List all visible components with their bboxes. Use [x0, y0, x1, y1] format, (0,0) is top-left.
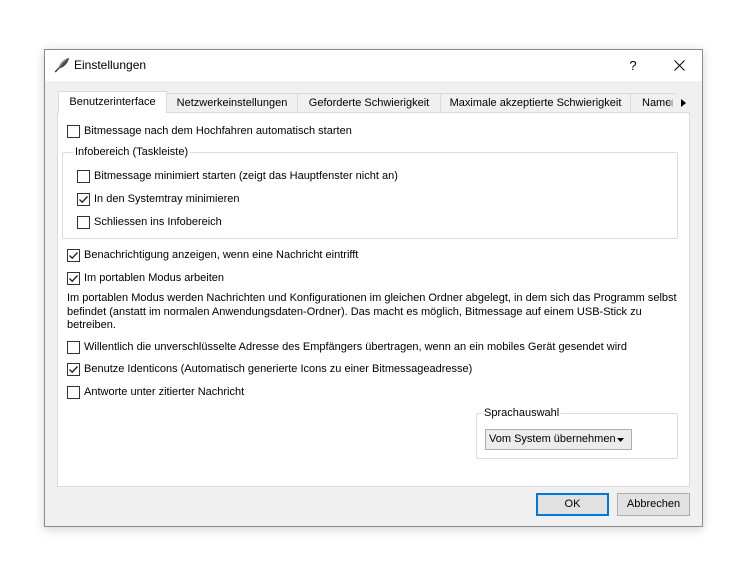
arrow-left-icon — [668, 98, 673, 107]
tab-scroll-left-button[interactable] — [664, 93, 677, 112]
tab-maximale-akzeptierte-schwierigkeit[interactable]: Maximale akzeptierte Schwierigkeit — [440, 93, 631, 112]
start-on-boot-checkbox[interactable] — [67, 124, 80, 138]
use-identicons-option[interactable]: Benutze Identicons (Automatisch generier… — [67, 361, 472, 377]
tab-geforderte-schwierigkeit[interactable]: Geforderte Schwierigkeit — [297, 93, 441, 112]
start-on-boot-label: Bitmessage nach dem Hochfahren automatis… — [84, 125, 352, 137]
start-on-boot-option[interactable]: Bitmessage nach dem Hochfahren automatis… — [67, 123, 352, 139]
tab-scroll-right-button[interactable] — [677, 93, 690, 112]
checkmark-icon — [69, 251, 78, 259]
portable-mode-description: Im portablen Modus werden Nachrichten un… — [67, 292, 677, 333]
close-button[interactable] — [656, 50, 702, 81]
close-to-tray-checkbox[interactable] — [77, 215, 90, 229]
show-notification-label: Benachrichtigung anzeigen, wenn eine Nac… — [84, 249, 359, 261]
tab-benutzerinterface[interactable]: Benutzerinterface — [58, 91, 167, 113]
arrow-right-icon — [681, 98, 686, 107]
tab-scroll-buttons — [664, 93, 690, 112]
window-title: Einstellungen — [74, 58, 147, 72]
checkmark-icon — [69, 274, 78, 282]
close-icon — [673, 60, 685, 71]
tray-group: Infobereich (Taskleiste) Bitmessage mini… — [62, 145, 678, 239]
send-unencrypted-option[interactable]: Willentlich die unverschlüsselte Adresse… — [67, 339, 627, 355]
chevron-down-icon — [617, 438, 624, 442]
minimize-to-tray-checkbox[interactable] — [77, 192, 90, 206]
send-unencrypted-label: Willentlich die unverschlüsselte Adresse… — [84, 341, 627, 353]
ok-button[interactable]: OK — [536, 493, 609, 516]
send-unencrypted-checkbox[interactable] — [67, 340, 80, 354]
minimize-to-tray-label: In den Systemtray minimieren — [94, 193, 240, 205]
cancel-button[interactable]: Abbrechen — [617, 493, 690, 516]
language-select-value: Vom System übernehmen — [489, 433, 616, 445]
reply-below-quote-option[interactable]: Antworte unter zitierter Nachricht — [67, 384, 244, 400]
help-label: ? — [629, 58, 637, 73]
portable-mode-label: Im portablen Modus arbeiten — [84, 272, 225, 284]
use-identicons-checkbox[interactable] — [67, 362, 80, 376]
portable-mode-checkbox[interactable] — [67, 271, 80, 285]
title-bar[interactable]: Einstellungen ? — [45, 50, 702, 81]
show-notification-option[interactable]: Benachrichtigung anzeigen, wenn eine Nac… — [67, 247, 358, 263]
use-identicons-label: Benutze Identicons (Automatisch generier… — [84, 363, 473, 375]
tray-group-title: Infobereich (Taskleiste) — [73, 145, 191, 159]
checkmark-icon — [69, 365, 78, 373]
language-group-title: Sprachauswahl — [482, 406, 562, 420]
tab-panel-benutzerinterface: Bitmessage nach dem Hochfahren automatis… — [57, 112, 690, 487]
checkmark-icon — [79, 195, 88, 203]
close-to-tray-option[interactable]: Schliessen ins Infobereich — [77, 214, 222, 230]
reply-below-quote-label: Antworte unter zitierter Nachricht — [84, 386, 245, 398]
start-minimized-option[interactable]: Bitmessage minimiert starten (zeigt das … — [77, 168, 398, 184]
portable-mode-option[interactable]: Im portablen Modus arbeiten — [67, 270, 224, 286]
minimize-to-tray-option[interactable]: In den Systemtray minimieren — [77, 191, 240, 207]
portable-description-line: befindet (anstatt im normalen Anwendungs… — [67, 305, 642, 318]
start-minimized-checkbox[interactable] — [77, 169, 90, 183]
tab-bar: Benutzerinterface Netzwerkeinstellungen … — [58, 91, 676, 113]
language-select[interactable]: Vom System übernehmen — [485, 429, 632, 450]
close-to-tray-label: Schliessen ins Infobereich — [94, 216, 222, 228]
quill-icon — [54, 57, 70, 73]
portable-description-line: betreiben. — [67, 319, 116, 331]
settings-dialog: Einstellungen ? Benutzerinterface Netzwe… — [44, 49, 703, 527]
help-button[interactable]: ? — [610, 50, 656, 81]
start-minimized-label: Bitmessage minimiert starten (zeigt das … — [94, 170, 398, 182]
portable-description-line: Im portablen Modus werden Nachrichten un… — [67, 292, 677, 304]
tab-netzwerkeinstellungen[interactable]: Netzwerkeinstellungen — [166, 93, 298, 112]
show-notification-checkbox[interactable] — [67, 248, 80, 262]
reply-below-quote-checkbox[interactable] — [67, 385, 80, 399]
language-group: Sprachauswahl Vom System übernehmen — [476, 406, 678, 459]
